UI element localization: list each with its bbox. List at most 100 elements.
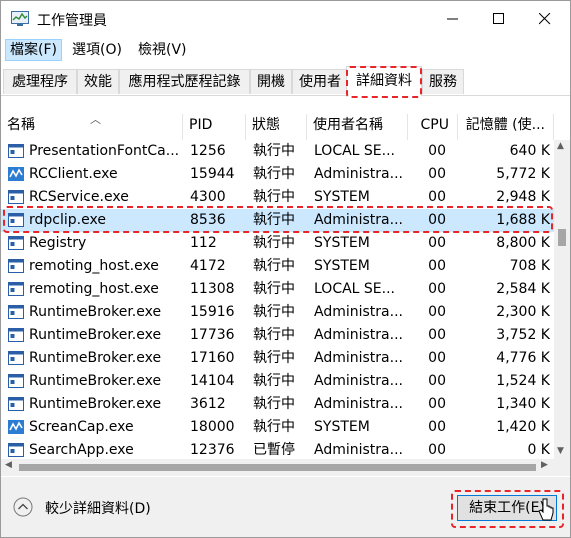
tab-services[interactable]: 服務 <box>422 69 464 94</box>
cell-pid: 17160 <box>190 350 235 366</box>
column-header-cpu[interactable]: CPU <box>408 114 458 140</box>
cell-username: Administra... <box>314 304 403 320</box>
cell-name: RuntimeBroker.exe <box>29 327 162 343</box>
tab-startup[interactable]: 開機 <box>250 69 292 94</box>
cell-username: Administra... <box>314 212 403 228</box>
cell-cpu: 00 <box>428 373 446 389</box>
scroll-up-icon[interactable]: ▲ <box>557 141 564 151</box>
tab-bar: 處理程序 效能 應用程式歷程記錄 開機 使用者 詳細資料 服務 <box>1 65 570 96</box>
menu-view[interactable]: 檢視(V) <box>134 40 191 60</box>
menu-options[interactable]: 選項(O) <box>68 40 126 60</box>
generic-process-icon <box>8 443 24 457</box>
cell-cpu: 00 <box>428 235 446 251</box>
blue-app-icon <box>8 167 24 181</box>
table-row[interactable]: RuntimeBroker.exe 17160 執行中 Administra... 00… <box>1 347 554 370</box>
cell-cpu: 00 <box>428 396 446 412</box>
cell-pid: 11308 <box>190 281 235 297</box>
menu-bar: 檔案(F) 選項(O) 檢視(V) <box>1 37 570 63</box>
table-row[interactable]: RuntimeBroker.exe 17736 執行中 Administra... 00… <box>1 324 554 347</box>
cell-name: RuntimeBroker.exe <box>29 304 162 320</box>
generic-process-icon <box>8 259 24 273</box>
cell-username: LOCAL SE... <box>314 281 396 297</box>
cell-username: Administra... <box>314 327 403 343</box>
cell-status: 執行中 <box>253 281 295 297</box>
generic-process-icon <box>8 190 24 204</box>
cell-status: 執行中 <box>253 350 295 366</box>
cell-username: Administra... <box>314 350 403 366</box>
column-header-name[interactable]: 名稱 <box>1 114 183 140</box>
cell-pid: 18000 <box>190 419 235 435</box>
cell-cpu: 00 <box>428 350 446 366</box>
cell-cpu: 00 <box>428 258 446 274</box>
fewer-details-link[interactable]: 較少詳細資料(D) <box>45 498 151 518</box>
title-bar[interactable]: 工作管理員 <box>1 1 570 37</box>
cell-cpu: 00 <box>428 304 446 320</box>
tab-app-history[interactable]: 應用程式歷程記錄 <box>119 69 250 94</box>
table-row[interactable]: remoting_host.exe 11308 執行中 LOCAL SE... 00 2,… <box>1 278 554 301</box>
scroll-right-icon[interactable]: ▶ <box>541 460 548 470</box>
column-header-username[interactable]: 使用者名稱 <box>307 114 408 140</box>
cell-username: Administra... <box>314 373 403 389</box>
tab-performance[interactable]: 效能 <box>77 69 119 94</box>
table-row-selected[interactable]: rdpclip.exe 8536 執行中 Administra... 00 1,688 K <box>1 209 554 232</box>
cell-name: rdpclip.exe <box>29 212 106 228</box>
table-row[interactable]: RuntimeBroker.exe 3612 執行中 Administra... 00 1… <box>1 393 554 416</box>
cell-cpu: 00 <box>428 281 446 297</box>
maximize-button[interactable] <box>476 1 522 37</box>
table-row[interactable]: ScreanCap.exe 18000 執行中 SYSTEM 00 1,420 K <box>1 416 554 439</box>
close-icon <box>539 13 551 25</box>
cell-name: RuntimeBroker.exe <box>29 396 162 412</box>
cell-username: LOCAL SE... <box>314 143 396 159</box>
cell-username: SYSTEM <box>314 235 370 251</box>
tab-processes[interactable]: 處理程序 <box>3 69 77 94</box>
cell-status: 執行中 <box>253 327 295 343</box>
table-row[interactable]: PresentationFontCa... 1256 執行中 LOCAL SE... 0… <box>1 140 554 163</box>
table-row[interactable]: RuntimeBroker.exe 14104 執行中 Administra... 00… <box>1 370 554 393</box>
table-row[interactable]: RCClient.exe 15944 執行中 Administra... 00 5,772… <box>1 163 554 186</box>
column-header-memory[interactable]: 記憶體 (使... <box>458 114 554 140</box>
tab-details[interactable]: 詳細資料 <box>346 66 422 96</box>
cell-name: RuntimeBroker.exe <box>29 373 162 389</box>
cell-pid: 15916 <box>190 304 235 320</box>
cell-cpu: 00 <box>428 143 446 159</box>
cell-status: 執行中 <box>253 212 295 228</box>
cell-name: Registry <box>29 235 87 251</box>
table-row[interactable]: remoting_host.exe 4172 執行中 SYSTEM 00 708 K <box>1 255 554 278</box>
vertical-scroll-thumb[interactable] <box>558 229 566 246</box>
vertical-scrollbar[interactable] <box>554 140 570 459</box>
table-row[interactable]: Registry 112 執行中 SYSTEM 00 8,800 K <box>1 232 554 255</box>
generic-process-icon <box>8 236 24 250</box>
cell-name: RCClient.exe <box>29 166 118 182</box>
minimize-button[interactable] <box>430 1 476 37</box>
tab-users[interactable]: 使用者 <box>292 69 348 94</box>
cell-name: remoting_host.exe <box>29 258 159 274</box>
horizontal-scroll-thumb[interactable] <box>19 464 536 471</box>
scroll-left-icon[interactable]: ◀ <box>5 460 12 470</box>
menu-file[interactable]: 檔案(F) <box>5 39 62 61</box>
column-header-status[interactable]: 狀態 <box>246 114 307 140</box>
mouse-pointer-icon <box>538 498 554 521</box>
table-row[interactable]: RCService.exe 4300 執行中 SYSTEM 00 2,948 K <box>1 186 554 209</box>
cell-name: RCService.exe <box>29 189 129 205</box>
cell-username: SYSTEM <box>314 189 370 205</box>
cell-pid: 112 <box>190 235 217 251</box>
close-button[interactable] <box>522 1 568 37</box>
chevron-up-circle-icon[interactable] <box>13 497 33 517</box>
cell-status: 執行中 <box>253 373 295 389</box>
column-header-pid[interactable]: PID <box>183 114 246 140</box>
cell-pid: 3612 <box>190 396 226 412</box>
cell-username: SYSTEM <box>314 258 370 274</box>
table-row[interactable]: RuntimeBroker.exe 15916 執行中 Administra... 00… <box>1 301 554 324</box>
cell-username: Administra... <box>314 396 403 412</box>
cell-memory: 2,948 K <box>496 189 550 205</box>
cell-cpu: 00 <box>428 212 446 228</box>
cell-pid: 17736 <box>190 327 235 343</box>
generic-process-icon <box>8 328 24 342</box>
cell-memory: 640 K <box>509 143 550 159</box>
cell-memory: 3,752 K <box>496 327 550 343</box>
cell-pid: 8536 <box>190 212 226 228</box>
generic-process-icon <box>8 397 24 411</box>
scroll-down-icon[interactable]: ▼ <box>557 446 564 456</box>
generic-process-icon <box>8 144 24 158</box>
cell-memory: 5,772 K <box>496 166 550 182</box>
